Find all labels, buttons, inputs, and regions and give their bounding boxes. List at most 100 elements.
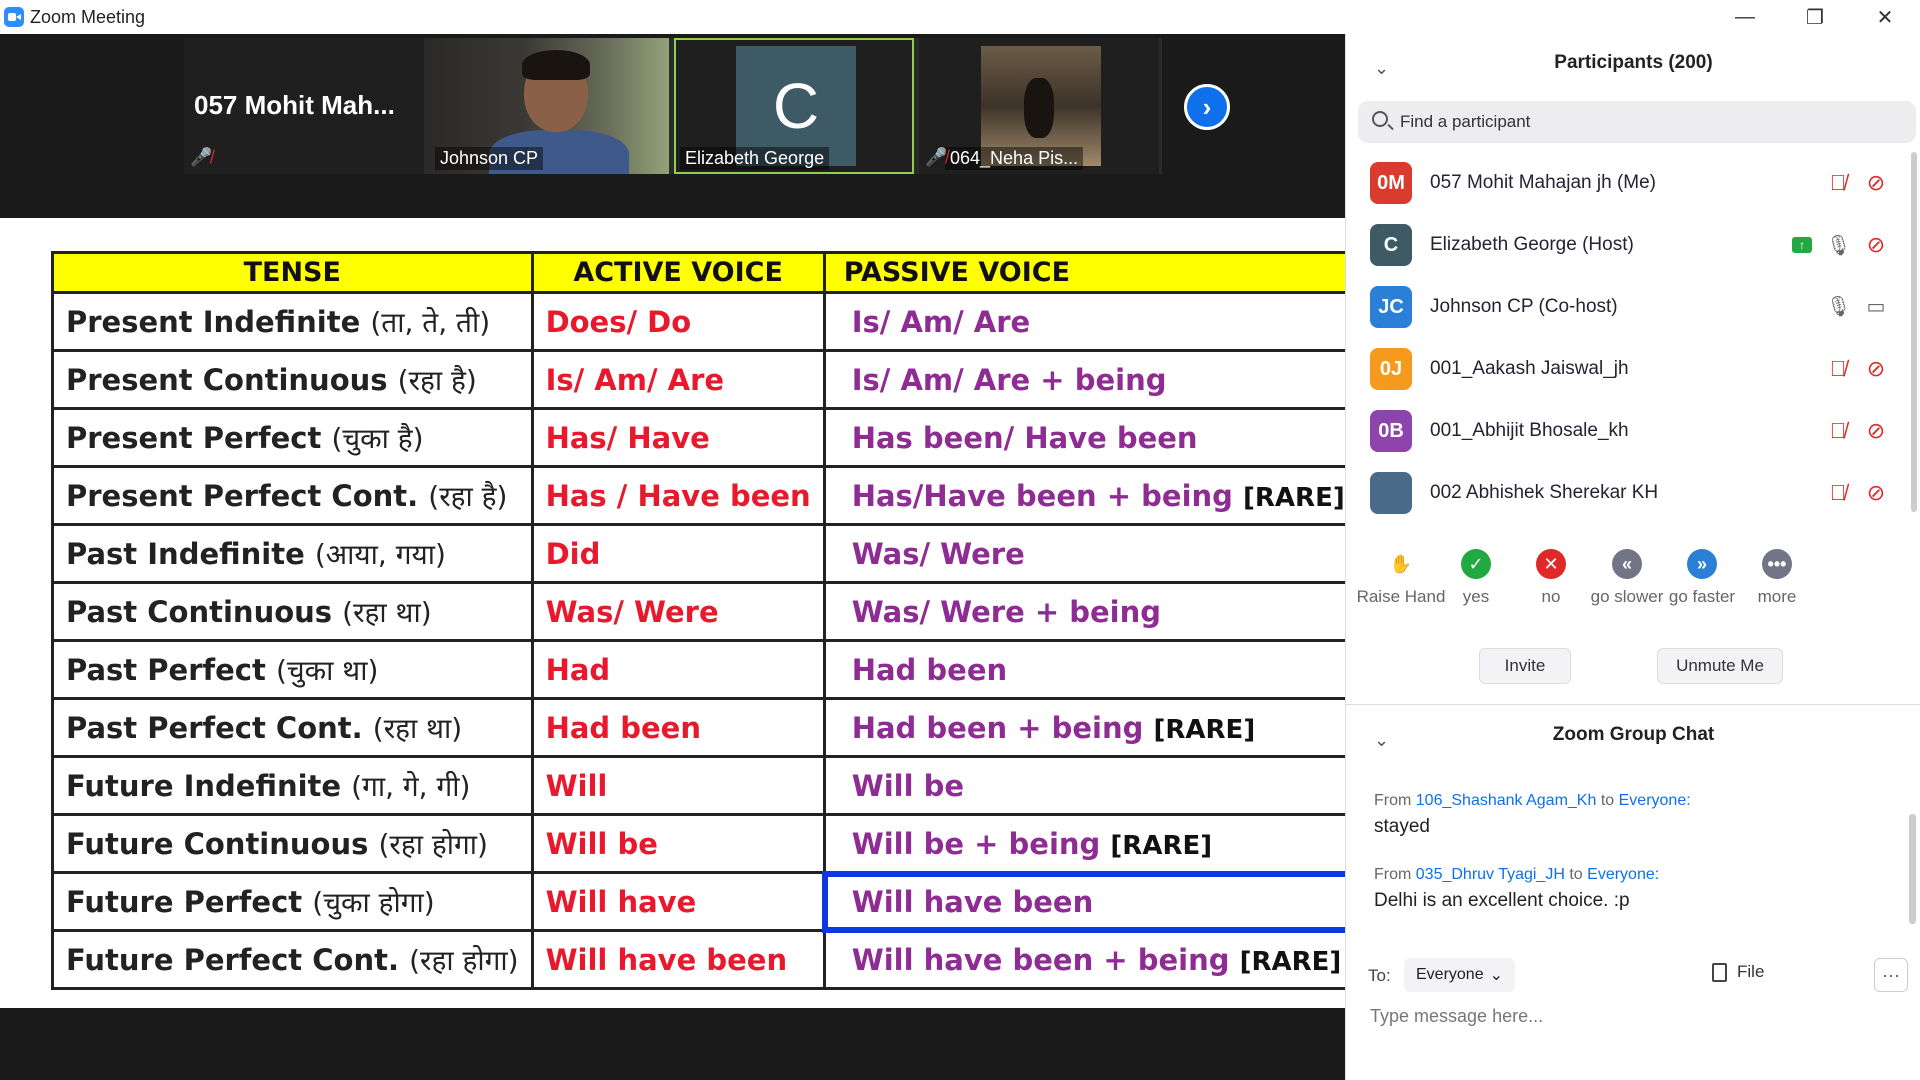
message-text: Delhi is an excellent choice. :p — [1374, 890, 1630, 911]
tense-row: Present Indefinite (ता, ते, ती) Does/ Do I… — [51, 291, 1360, 352]
file-button[interactable]: File — [1712, 962, 1764, 982]
passive-voice: Had been — [822, 639, 1360, 700]
participant-name: 002 Abhishek Sherekar KH — [1430, 482, 1659, 503]
passive-voice: Was/ Were — [822, 523, 1360, 584]
video-tile-johnson[interactable]: Johnson CP — [429, 38, 669, 174]
active-voice: Has/ Have — [530, 407, 826, 468]
avatar: 0M — [1370, 162, 1412, 204]
mic-muted-icon[interactable]: 🎙̸ — [1826, 480, 1850, 506]
participant-row[interactable]: 0B 001_Abhijit Bhosale_kh 🎙̸ ⊘ — [1346, 400, 1906, 462]
unmute-me-button[interactable]: Unmute Me — [1657, 648, 1783, 684]
shared-screen: TENSE ACTIVE VOICE PASSIVE VOICE Present… — [0, 218, 1361, 1008]
mic-icon[interactable]: 🎙 — [1826, 294, 1851, 319]
video-off-icon[interactable]: ⊘ — [1864, 480, 1888, 506]
recipient-link[interactable]: Everyone: — [1587, 866, 1659, 883]
self-name: 057 Mohit Mah... — [194, 90, 395, 120]
video-off-icon[interactable]: ⊘ — [1864, 418, 1888, 444]
video-tile-neha[interactable]: 064_Neha Pis... 🎤̸ — [919, 38, 1159, 174]
file-icon — [1712, 962, 1727, 982]
reaction-label: more — [1757, 587, 1797, 606]
screen-share-icon: ↑ — [1792, 237, 1812, 253]
reaction-icon: « — [1612, 549, 1642, 579]
avatar: 0J — [1370, 348, 1412, 390]
chat-title: Zoom Group Chat — [1552, 724, 1715, 745]
mic-icon[interactable]: 🎙 — [1826, 233, 1851, 258]
search-input[interactable]: Find a participant — [1400, 112, 1530, 132]
reaction-more[interactable]: ••• more — [1732, 549, 1822, 607]
tense-name: Past Perfect Cont. (रहा था) — [51, 697, 534, 758]
tense-name: Future Indefinite (गा, गे, गी) — [51, 755, 534, 816]
active-voice: Will have been — [530, 929, 826, 990]
tense-row: Past Perfect Cont. (रहा था) Had been Had b… — [51, 697, 1360, 758]
passive-voice: Will have been — [822, 870, 1361, 933]
sender-link[interactable]: 035_Dhruv Tyagi_JH — [1416, 866, 1565, 883]
participants-scrollbar[interactable] — [1911, 152, 1917, 512]
avatar: 0B — [1370, 410, 1412, 452]
tense-name: Future Perfect (चुका होगा) — [51, 871, 534, 932]
active-voice: Has / Have been — [530, 465, 826, 526]
next-page-button[interactable]: › — [1184, 84, 1230, 130]
video-tile-self[interactable]: 057 Mohit Mah... 🎤̸ — [184, 38, 424, 174]
video-off-icon[interactable]: ⊘ — [1864, 170, 1888, 196]
window-title: Zoom Meeting — [30, 7, 146, 27]
reaction-icon: » — [1687, 549, 1717, 579]
chevron-down-icon: ⌄ — [1489, 967, 1503, 984]
tense-row: Past Continuous (रहा था) Was/ Were Was/ We… — [51, 581, 1360, 642]
participant-row[interactable]: 0M 057 Mohit Mahajan jh (Me) 🎙̸ ⊘ — [1346, 152, 1906, 214]
tense-row: Present Perfect (चुका है) Has/ Have Has be… — [51, 407, 1360, 468]
participant-row[interactable]: C Elizabeth George (Host) ↑ 🎙 ⊘ — [1346, 214, 1906, 276]
recipient-select[interactable]: Everyone ⌄ — [1404, 958, 1515, 992]
invite-button[interactable]: Invite — [1479, 648, 1571, 684]
participants-title: Participants (200) — [1554, 52, 1713, 73]
video-icon[interactable]: ▭ — [1864, 294, 1888, 319]
passive-voice: Is/ Am/ Are — [822, 291, 1360, 352]
video-tile-elizabeth[interactable]: C Elizabeth George — [674, 38, 914, 174]
active-voice: Does/ Do — [530, 291, 826, 352]
mic-muted-icon[interactable]: 🎙̸ — [1826, 356, 1850, 382]
tense-row: Future Perfect (चुका होगा) Will have Will … — [51, 870, 1361, 933]
tense-name: Past Indefinite (आया, गया) — [51, 523, 534, 584]
passive-voice: Has been/ Have been — [822, 407, 1360, 468]
passive-voice: Was/ Were + being — [822, 581, 1360, 642]
video-strip: 057 Mohit Mah... 🎤̸ Johnson CP C Elizabe… — [184, 38, 1162, 174]
active-voice: Will have — [530, 871, 826, 932]
participant-search[interactable]: Find a participant — [1358, 101, 1916, 143]
participant-name: Johnson CP (Co-host) — [1430, 296, 1618, 317]
avatar: C — [1370, 224, 1412, 266]
zoom-app-icon — [4, 7, 24, 27]
chat-recipient-row: To: Everyone ⌄ File ··· — [1368, 958, 1908, 994]
tense-row: Past Perfect (चुका था) Had Had been — [51, 639, 1360, 700]
reaction-icon: ••• — [1762, 549, 1792, 579]
participant-name: 057 Mohit Mahajan jh (Me) — [1430, 172, 1656, 193]
passive-voice: Has/Have been + being [RARE] — [822, 465, 1360, 526]
participant-row[interactable]: JC Johnson CP (Co-host) 🎙 ▭ — [1346, 276, 1906, 338]
mic-muted-icon[interactable]: 🎙̸ — [1826, 418, 1850, 444]
tense-row: Future Indefinite (गा, गे, गी) Will Will b… — [51, 755, 1360, 816]
tense-row: Present Perfect Cont. (रहा है) Has / Have… — [51, 465, 1360, 526]
tense-name: Past Perfect (चुका था) — [51, 639, 534, 700]
active-voice: Is/ Am/ Are — [530, 349, 826, 410]
active-voice: Was/ Were — [530, 581, 826, 642]
chat-scrollbar[interactable] — [1909, 814, 1916, 924]
chat-more-button[interactable]: ··· — [1874, 958, 1908, 992]
active-voice: Had — [530, 639, 826, 700]
minimize-button[interactable]: — — [1710, 0, 1780, 34]
participant-row[interactable]: 002 Abhishek Sherekar KH 🎙̸ ⊘ — [1346, 462, 1906, 524]
recipient-link[interactable]: Everyone: — [1619, 792, 1691, 809]
active-voice: Will be — [530, 813, 826, 874]
video-off-icon[interactable]: ⊘ — [1864, 356, 1888, 382]
participant-name: 001_Aakash Jaiswal_jh — [1430, 358, 1629, 379]
chat-input[interactable]: Type message here... — [1370, 1006, 1900, 1046]
close-button[interactable]: ✕ — [1850, 0, 1920, 34]
passive-voice: Will be + being [RARE] — [822, 813, 1360, 874]
mic-muted-icon[interactable]: 🎙̸ — [1826, 170, 1850, 196]
participant-name: Elizabeth George (Host) — [1430, 234, 1634, 255]
restore-button[interactable]: ❐ — [1780, 0, 1850, 34]
participant-row[interactable]: 0J 001_Aakash Jaiswal_jh 🎙̸ ⊘ — [1346, 338, 1906, 400]
video-off-icon[interactable]: ⊘ — [1864, 232, 1888, 258]
active-voice: Did — [530, 523, 826, 584]
sender-link[interactable]: 106_Shashank Agam_Kh — [1416, 792, 1597, 809]
tense-row: Future Continuous (रहा होगा) Will be Will … — [51, 813, 1360, 874]
chat-message: From 035_Dhruv Tyagi_JH to Everyone: Del… — [1374, 866, 1894, 912]
passive-voice: Is/ Am/ Are + being — [822, 349, 1360, 410]
